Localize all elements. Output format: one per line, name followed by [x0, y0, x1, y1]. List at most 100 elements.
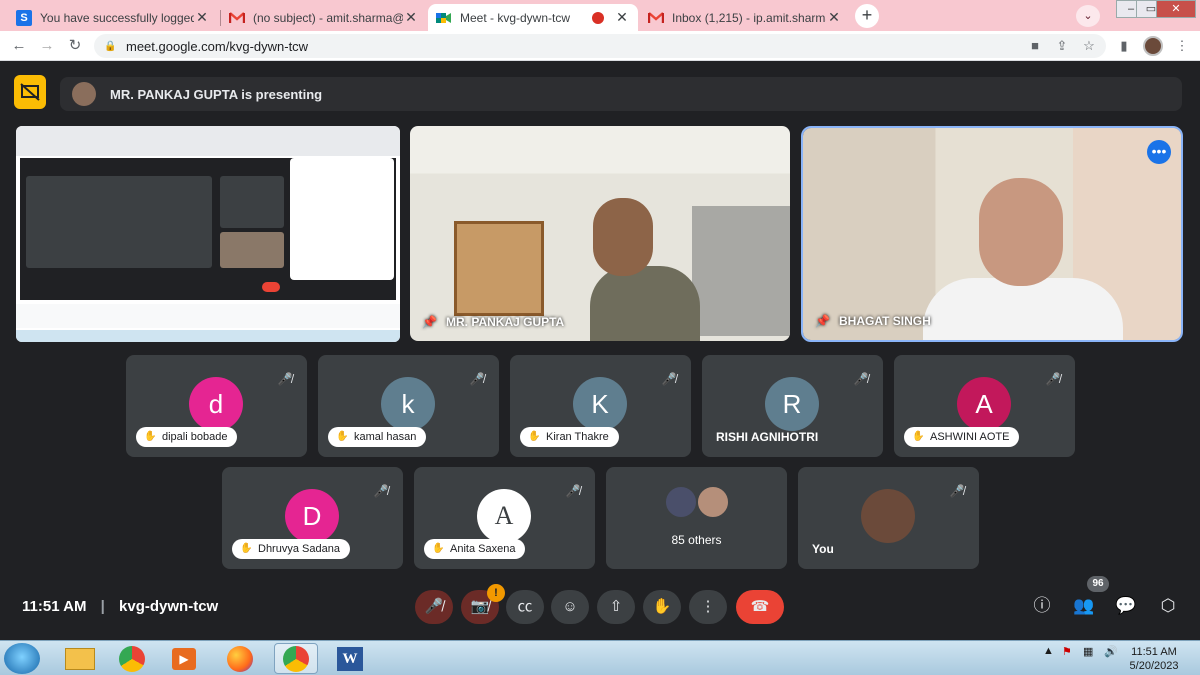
- participant-name: Dhruvya Sadana: [258, 543, 340, 555]
- participant-name: Anita Saxena: [450, 543, 516, 555]
- participant-tile-ashwini-aote[interactable]: A 🎤̸ ✋ ASHWINI AOTE: [894, 355, 1075, 457]
- microphone-off-button[interactable]: 🎤̸: [415, 590, 453, 624]
- close-tab-icon[interactable]: ✕: [614, 9, 630, 26]
- meeting-code[interactable]: kvg-dywn-tcw: [119, 598, 218, 615]
- more-options-icon[interactable]: •••: [1147, 140, 1171, 164]
- chrome-active-icon[interactable]: [274, 643, 318, 674]
- system-clock[interactable]: 11:51 AM 5/20/2023: [1120, 645, 1188, 673]
- tab-title: (no subject) - amit.sharma@juetc: [253, 10, 403, 25]
- leave-call-button[interactable]: ☎: [736, 590, 784, 624]
- activities-icon[interactable]: ⬡: [1156, 594, 1180, 618]
- chrome-logo: [119, 645, 145, 672]
- chrome-icon[interactable]: [110, 643, 154, 674]
- tab-gmail-inbox[interactable]: Inbox (1,215) - ip.amit.sharma@g ✕: [640, 4, 850, 31]
- reload-icon[interactable]: ↻: [64, 35, 86, 57]
- share-icon[interactable]: ⇪: [1052, 35, 1072, 57]
- media-player-icon[interactable]: ▶: [162, 643, 206, 674]
- start-button[interactable]: [4, 643, 40, 674]
- browser-tab-strip: S You have successfully logged on. ✕ (no…: [0, 0, 1200, 31]
- tab-search-chevron-icon[interactable]: ⌄: [1076, 5, 1100, 27]
- people-icon[interactable]: 👥: [1072, 594, 1096, 618]
- video-tile-pankaj-gupta[interactable]: 📌 MR. PANKAJ GUPTA: [410, 126, 790, 341]
- participant-name: kamal hasan: [354, 431, 417, 443]
- system-time: 11:51 AM: [1131, 646, 1177, 658]
- avatar: [696, 485, 730, 519]
- back-arrow-icon[interactable]: ←: [8, 35, 30, 57]
- video-tile-bhagat-singh[interactable]: ••• 📌 BHAGAT SINGH: [801, 126, 1183, 342]
- participant-name: ASHWINI AOTE: [930, 431, 1010, 443]
- file-explorer-icon[interactable]: [58, 643, 102, 674]
- participant-tile-others[interactable]: 85 others: [606, 467, 787, 569]
- participant-name: BHAGAT SINGH: [839, 314, 931, 328]
- tab-title: You have successfully logged on.: [40, 10, 194, 25]
- participant-tile-rishi-agnihotri[interactable]: R 🎤̸ RISHI AGNIHOTRI: [702, 355, 883, 457]
- participant-tile-dhruvya-sadana[interactable]: D 🎤̸ ✋ Dhruvya Sadana: [222, 467, 403, 569]
- mic-off-icon: 🎤̸: [853, 372, 869, 386]
- chat-icon[interactable]: 💬: [1114, 594, 1138, 618]
- network-icon[interactable]: ▦: [1083, 645, 1093, 658]
- play-icon: ▶: [172, 647, 196, 670]
- meeting-controls-bar: 11:51 AM | kvg-dywn-tcw 🎤̸ 📷̸ ! ㏄ ☺ ⇧ ✋ …: [0, 578, 1200, 640]
- raise-hand-button[interactable]: ✋: [643, 590, 681, 624]
- browser-menu-icon[interactable]: ⋮: [1172, 35, 1192, 57]
- system-date: 5/20/2023: [1129, 660, 1179, 672]
- chrome-logo: [283, 645, 309, 672]
- hand-icon: ✋: [240, 543, 253, 554]
- recording-dot-icon: [592, 11, 604, 24]
- shared-screen-tile-preview: [220, 176, 284, 228]
- shared-screen-chat-panel: [290, 158, 394, 280]
- avatar: R: [765, 377, 819, 431]
- profile-avatar[interactable]: [1143, 36, 1163, 56]
- participant-tile-you[interactable]: 🎤̸ You: [798, 467, 979, 569]
- camera-off-button[interactable]: 📷̸ !: [461, 584, 505, 624]
- participant-name-pill: ✋ Dhruvya Sadana: [232, 539, 350, 559]
- mic-off-icon: 🎤̸: [469, 372, 485, 386]
- more-options-button[interactable]: ⋮: [689, 590, 727, 624]
- meeting-details-icon[interactable]: ⓘ: [1030, 594, 1054, 618]
- meeting-info: 11:51 AM | kvg-dywn-tcw: [22, 598, 218, 615]
- firefox-icon[interactable]: [218, 643, 262, 674]
- forward-arrow-icon[interactable]: →: [36, 35, 58, 57]
- network-warning-icon[interactable]: ⚑: [1062, 645, 1072, 658]
- avatar: K: [573, 377, 627, 431]
- participant-name: You: [812, 542, 834, 556]
- participant-tile-dipali-bobade[interactable]: d 🎤̸ ✋ dipali bobade: [126, 355, 307, 457]
- firefox-logo: [227, 645, 253, 672]
- captions-button[interactable]: ㏄: [506, 590, 544, 624]
- shared-screen-tile[interactable]: [16, 126, 400, 342]
- participant-tile-kamal-hasan[interactable]: k 🎤̸ ✋ kamal hasan: [318, 355, 499, 457]
- tab-title: Meet - kvg-dywn-tcw: [460, 10, 571, 25]
- tab-meet[interactable]: Meet - kvg-dywn-tcw ✕: [428, 4, 638, 31]
- emoji-reactions-button[interactable]: ☺: [551, 590, 589, 624]
- show-hidden-icons[interactable]: ▲: [1043, 645, 1054, 657]
- presentation-icon[interactable]: [14, 75, 46, 109]
- mic-off-icon: 🎤̸: [949, 484, 965, 498]
- hand-icon: ✋: [432, 543, 445, 554]
- new-tab-button[interactable]: +: [855, 4, 879, 28]
- meet-stage: MR. PANKAJ GUPTA is presenting 📌 MR. PAN…: [0, 62, 1200, 640]
- tab-successfully-logged-on[interactable]: S You have successfully logged on. ✕: [8, 4, 218, 31]
- volume-icon[interactable]: 🔊: [1104, 645, 1118, 658]
- close-tab-icon[interactable]: ✕: [826, 9, 842, 26]
- shared-screen-browser-chrome: [16, 126, 400, 156]
- participant-tile-kiran-thakre[interactable]: K 🎤̸ ✋ Kiran Thakre: [510, 355, 691, 457]
- participant-tile-anita-saxena[interactable]: A 🎤̸ ✋ Anita Saxena: [414, 467, 595, 569]
- mic-off-icon: 🎤̸: [565, 484, 581, 498]
- bookmark-star-icon[interactable]: ☆: [1079, 35, 1099, 57]
- camera-in-use-icon[interactable]: ■: [1025, 35, 1045, 57]
- word-icon[interactable]: W: [328, 643, 372, 674]
- side-panel-icon[interactable]: ▮: [1114, 35, 1134, 57]
- shared-screen-taskbar: [16, 330, 400, 342]
- participant-name: dipali bobade: [162, 431, 228, 443]
- close-tab-icon[interactable]: ✕: [194, 9, 210, 26]
- participant-name-pill: ✋ dipali bobade: [136, 427, 238, 447]
- window-close-button[interactable]: ✕: [1156, 0, 1196, 18]
- windows-taskbar: ▶ W ▲ ⚑ ▦ 🔊 11:51 AM 5/20/2023: [0, 640, 1200, 675]
- hand-icon: ✋: [912, 431, 925, 442]
- hand-icon: ✋: [144, 431, 157, 442]
- shared-screen-hangup-icon: [262, 282, 280, 292]
- tab-gmail-no-subject[interactable]: (no subject) - amit.sharma@juetc ✕: [221, 4, 427, 31]
- close-tab-icon[interactable]: ✕: [403, 9, 419, 26]
- present-screen-button[interactable]: ⇧: [597, 590, 635, 624]
- address-bar[interactable]: 🔒 meet.google.com/kvg-dywn-tcw: [94, 34, 1106, 58]
